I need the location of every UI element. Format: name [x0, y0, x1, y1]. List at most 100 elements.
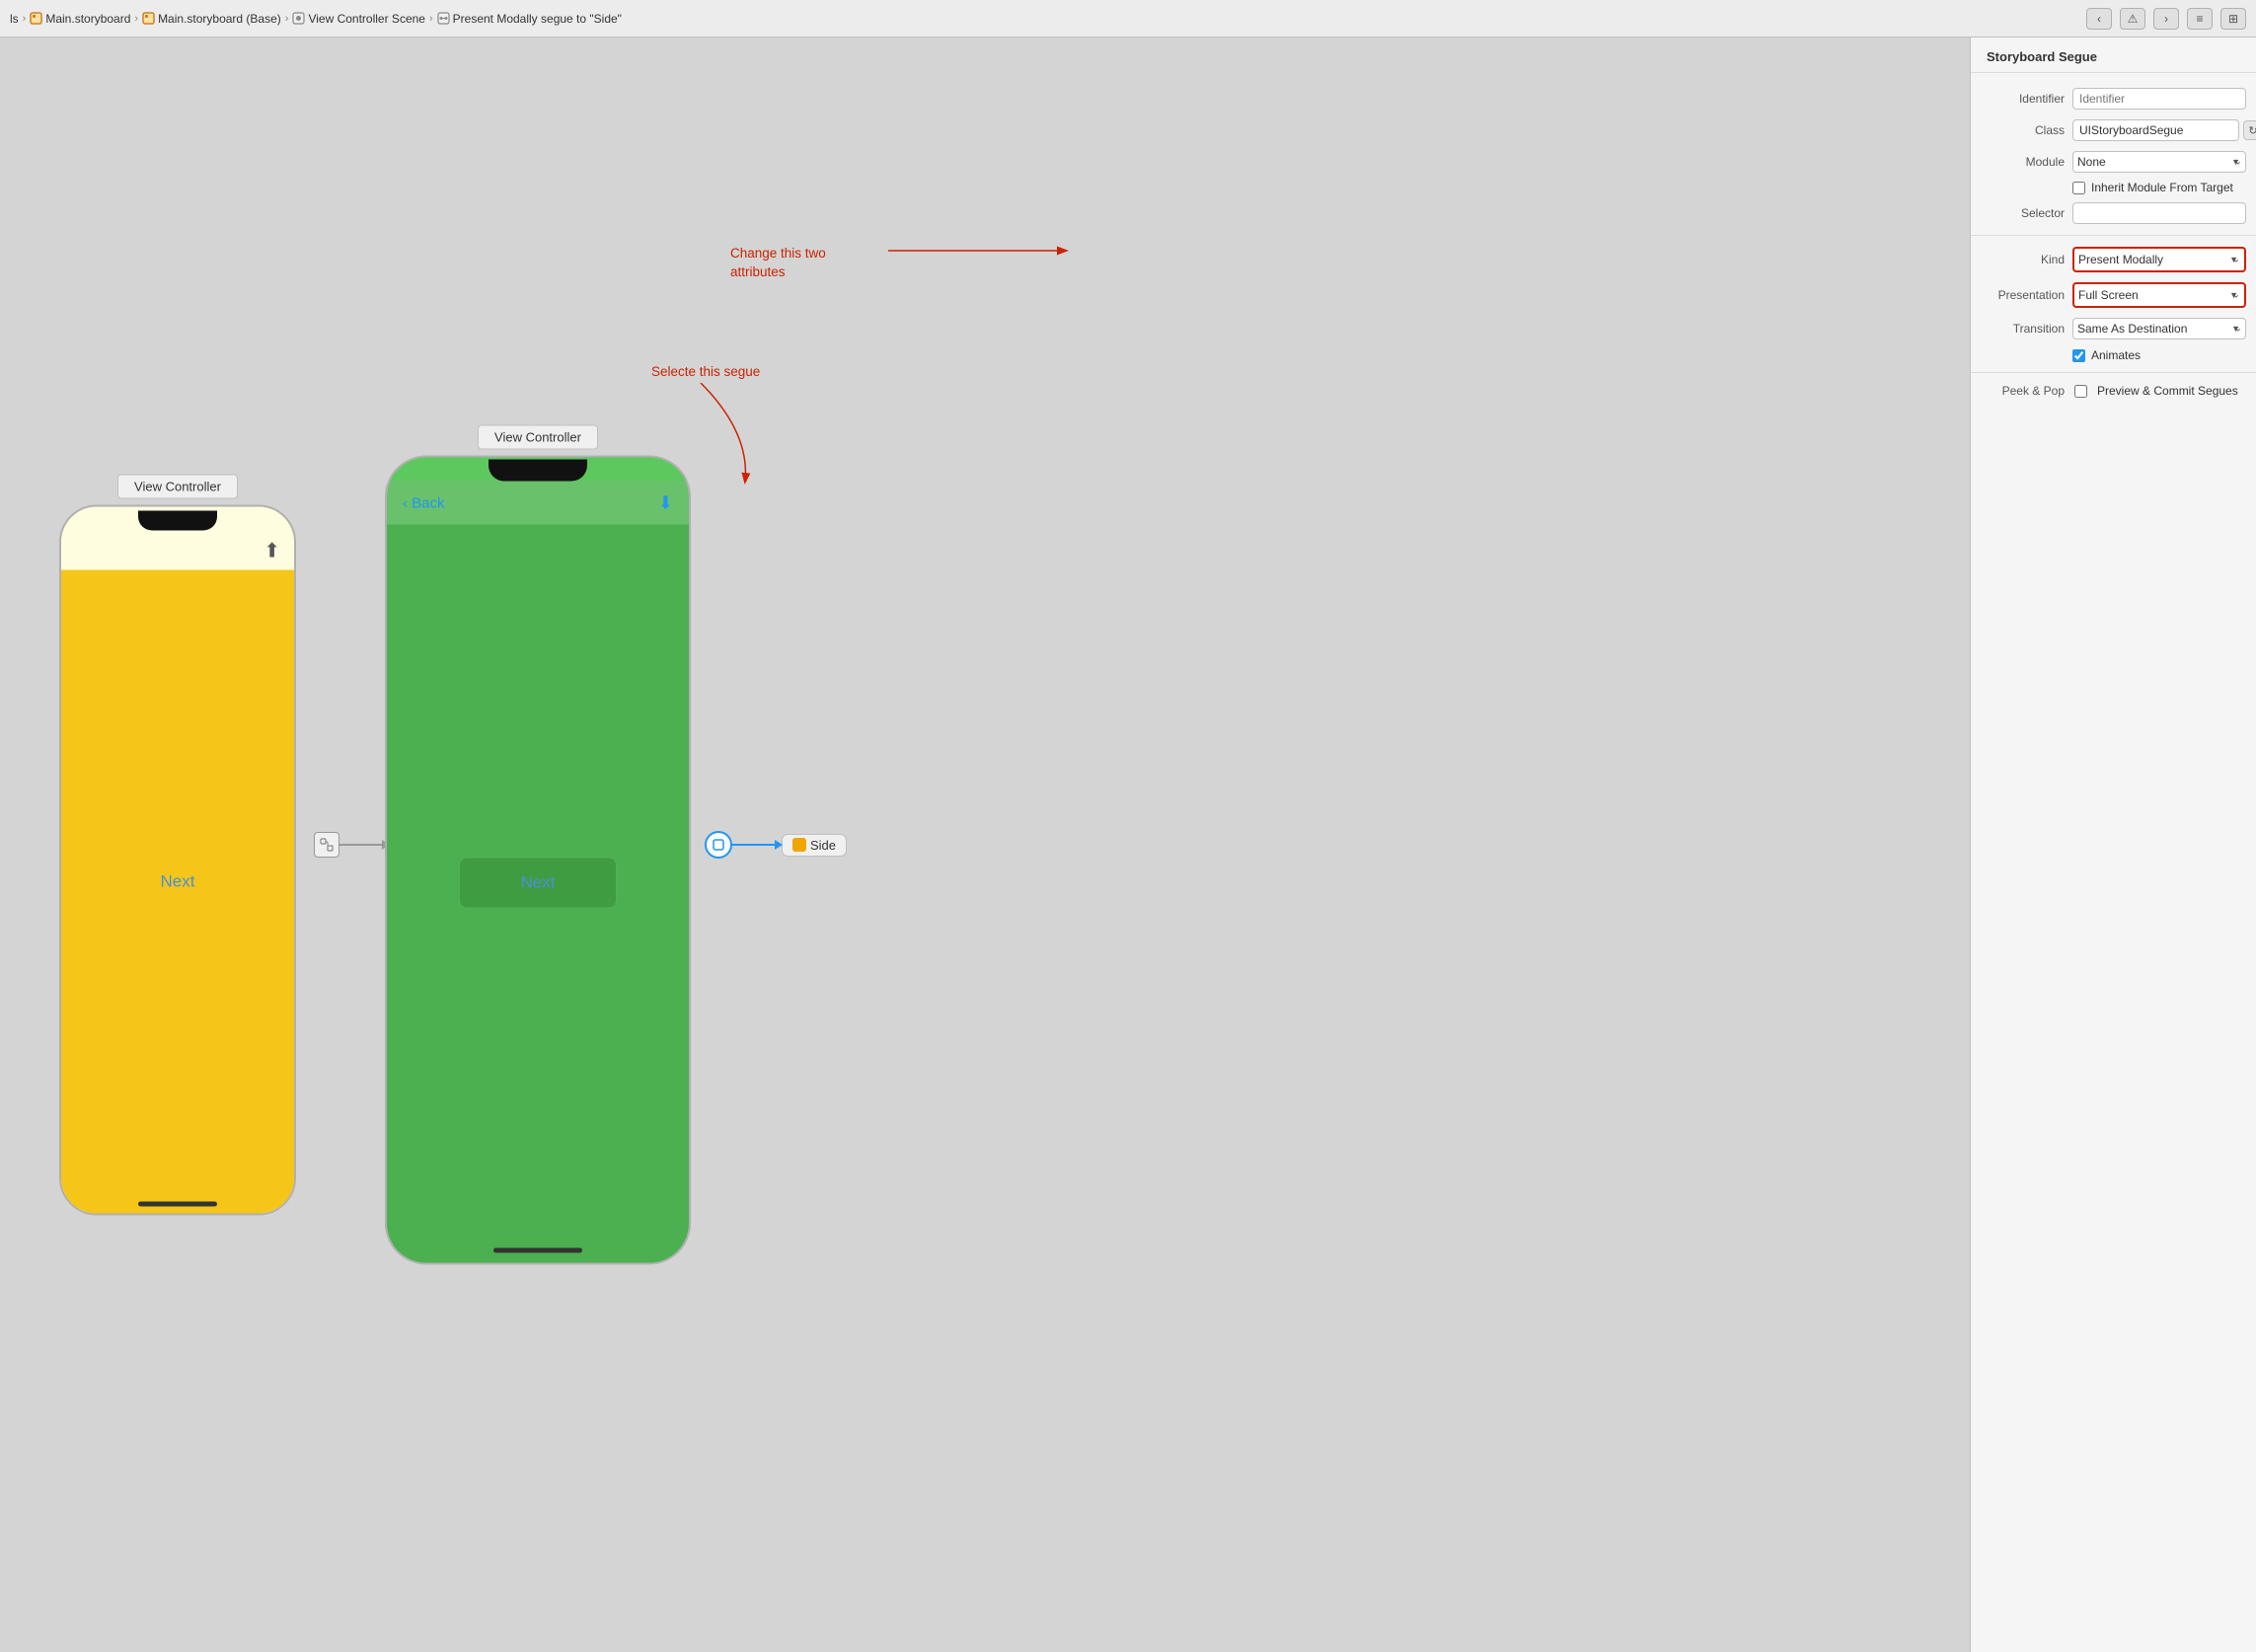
breadcrumb-vc-scene[interactable]: View Controller Scene — [292, 12, 425, 26]
side-badge-icon — [792, 838, 806, 852]
forward-button[interactable]: › — [2153, 8, 2179, 30]
kind-select-wrapper: Show Show Detail Present Modally Present… — [2072, 247, 2246, 272]
side-badge: Side — [782, 834, 847, 857]
animates-label: Animates — [2091, 348, 2141, 362]
vc-label-1: View Controller — [117, 475, 238, 499]
breadcrumb-main-storyboard[interactable]: Main.storyboard — [30, 12, 130, 26]
arrow-connector-1 — [314, 832, 389, 858]
module-row: Module None ▼ — [1971, 146, 2256, 178]
phone-1-top-area — [61, 507, 294, 531]
animates-checkbox[interactable] — [2072, 349, 2085, 362]
presentation-select[interactable]: Default Full Screen Page Sheet Form Shee… — [2074, 284, 2244, 306]
blue-line — [732, 844, 782, 846]
segue-box-icon — [314, 832, 339, 858]
segue-connector-icon — [320, 838, 334, 852]
transition-select[interactable]: Default Same As Destination Cross Dissol… — [2072, 318, 2246, 339]
presentation-row: Presentation Default Full Screen Page Sh… — [1971, 277, 2256, 313]
peek-pop-row: Peek & Pop Preview & Commit Segues — [1971, 379, 2256, 403]
selector-input[interactable] — [2072, 202, 2246, 224]
phone-1-bottom — [61, 1194, 294, 1214]
phone-notch-1 — [138, 511, 217, 531]
phone-2-body: Next — [387, 525, 689, 1241]
annotation-arrow-2 — [691, 383, 790, 501]
annotation-select-segue: Selecte this segue — [651, 363, 760, 382]
phone-1-body: Next — [61, 570, 294, 1194]
breadcrumb-segue[interactable]: Present Modally segue to "Side" — [437, 12, 622, 26]
storyboard-icon-1 — [30, 12, 42, 25]
inherit-module-row: Inherit Module From Target — [1971, 178, 2256, 197]
module-select-wrapper: None ▼ — [2072, 151, 2246, 173]
annotation-change-attributes: Change this two attributes — [730, 245, 826, 282]
separator-2 — [1971, 372, 2256, 373]
phone-2-mockup: View Controller ‹ Back ⬇ Next — [385, 425, 691, 1265]
transition-select-wrapper: Default Same As Destination Cross Dissol… — [2072, 318, 2246, 339]
home-bar-2 — [493, 1247, 582, 1252]
storyboard-icon-2 — [142, 12, 155, 25]
back-button[interactable]: ‹ — [2086, 8, 2112, 30]
breadcrumb-sep-1: › — [23, 13, 27, 25]
peek-pop-checkbox[interactable] — [2074, 385, 2087, 398]
segue-circle-icon — [712, 838, 725, 852]
blue-arrow-head — [775, 840, 783, 850]
class-row: Class ↻ → — [1971, 114, 2256, 146]
transition-label: Transition — [1981, 322, 2065, 336]
grid-button[interactable]: ⊞ — [2220, 8, 2246, 30]
share-icon[interactable]: ⬆ — [263, 538, 280, 563]
next-button-green[interactable]: Next — [459, 858, 617, 909]
class-refresh-button[interactable]: ↻ — [2243, 120, 2256, 140]
peek-pop-value: Preview & Commit Segues — [2097, 384, 2238, 398]
vc-label-2: View Controller — [478, 425, 598, 450]
identifier-label: Identifier — [1981, 92, 2065, 106]
module-label: Module — [1981, 155, 2065, 169]
presentation-select-wrapper: Default Full Screen Page Sheet Form Shee… — [2072, 282, 2246, 308]
phone-frame-1: ⬆ Next — [59, 505, 296, 1216]
presentation-label: Presentation — [1981, 288, 2065, 302]
main-content: View Controller ⬆ Next — [0, 38, 2256, 1652]
scene-icon — [292, 12, 305, 25]
identifier-row: Identifier — [1971, 83, 2256, 114]
download-button-phone2[interactable]: ⬇ — [658, 492, 673, 513]
blue-segue-connector: Side — [705, 831, 847, 859]
class-input-group: ↻ → — [2072, 119, 2256, 141]
toolbar: ls › Main.storyboard › Main.storyboard (… — [0, 0, 2256, 38]
phone-2-nav-bar: ‹ Back ⬇ — [387, 482, 689, 525]
connector-line-1 — [339, 844, 389, 846]
selector-row: Selector — [1971, 197, 2256, 229]
breadcrumb-main-base[interactable]: Main.storyboard (Base) — [142, 12, 281, 26]
phone-1-top-bar: ⬆ — [61, 531, 294, 570]
kind-select[interactable]: Show Show Detail Present Modally Present… — [2074, 249, 2244, 270]
panel-body: Identifier Class ↻ → Module None — [1971, 73, 2256, 1652]
identifier-input[interactable] — [2072, 88, 2246, 110]
separator-1 — [1971, 235, 2256, 236]
module-select[interactable]: None — [2072, 151, 2246, 173]
phone-1-inner: ⬆ Next — [61, 507, 294, 1214]
breadcrumb-sep-4: › — [429, 13, 433, 25]
right-panel: Storyboard Segue Identifier Class ↻ → Mo… — [1970, 38, 2256, 1652]
phone-1-mockup: View Controller ⬆ Next — [59, 475, 296, 1216]
warning-button[interactable]: ⚠ — [2120, 8, 2145, 30]
toolbar-right-buttons: ‹ ⚠ › ≡ ⊞ — [2086, 8, 2246, 30]
menu-button[interactable]: ≡ — [2187, 8, 2213, 30]
phone-notch-2 — [489, 460, 587, 482]
next-button-yellow[interactable]: Next — [161, 872, 195, 892]
kind-row: Kind Show Show Detail Present Modally Pr… — [1971, 242, 2256, 277]
inherit-module-checkbox[interactable] — [2072, 182, 2085, 194]
segue-circle[interactable] — [705, 831, 732, 859]
phone-frame-2: ‹ Back ⬇ Next — [385, 456, 691, 1265]
inherit-module-label: Inherit Module From Target — [2091, 181, 2233, 194]
home-bar-1 — [138, 1201, 217, 1206]
class-label: Class — [1981, 123, 2065, 137]
phone-2-bottom — [387, 1241, 689, 1263]
phone-2-inner: ‹ Back ⬇ Next — [387, 458, 689, 1263]
phone-2-top-area — [387, 458, 689, 482]
animates-row: Animates — [1971, 344, 2256, 366]
selector-label: Selector — [1981, 206, 2065, 220]
back-button-phone2[interactable]: ‹ Back — [403, 494, 445, 511]
breadcrumb: ls › Main.storyboard › Main.storyboard (… — [10, 12, 622, 26]
breadcrumb-ls[interactable]: ls — [10, 12, 19, 26]
breadcrumb-sep-3: › — [285, 13, 289, 25]
class-input[interactable] — [2072, 119, 2239, 141]
canvas-area[interactable]: View Controller ⬆ Next — [0, 38, 1970, 1652]
breadcrumb-sep-2: › — [134, 13, 138, 25]
panel-title: Storyboard Segue — [1971, 38, 2256, 73]
